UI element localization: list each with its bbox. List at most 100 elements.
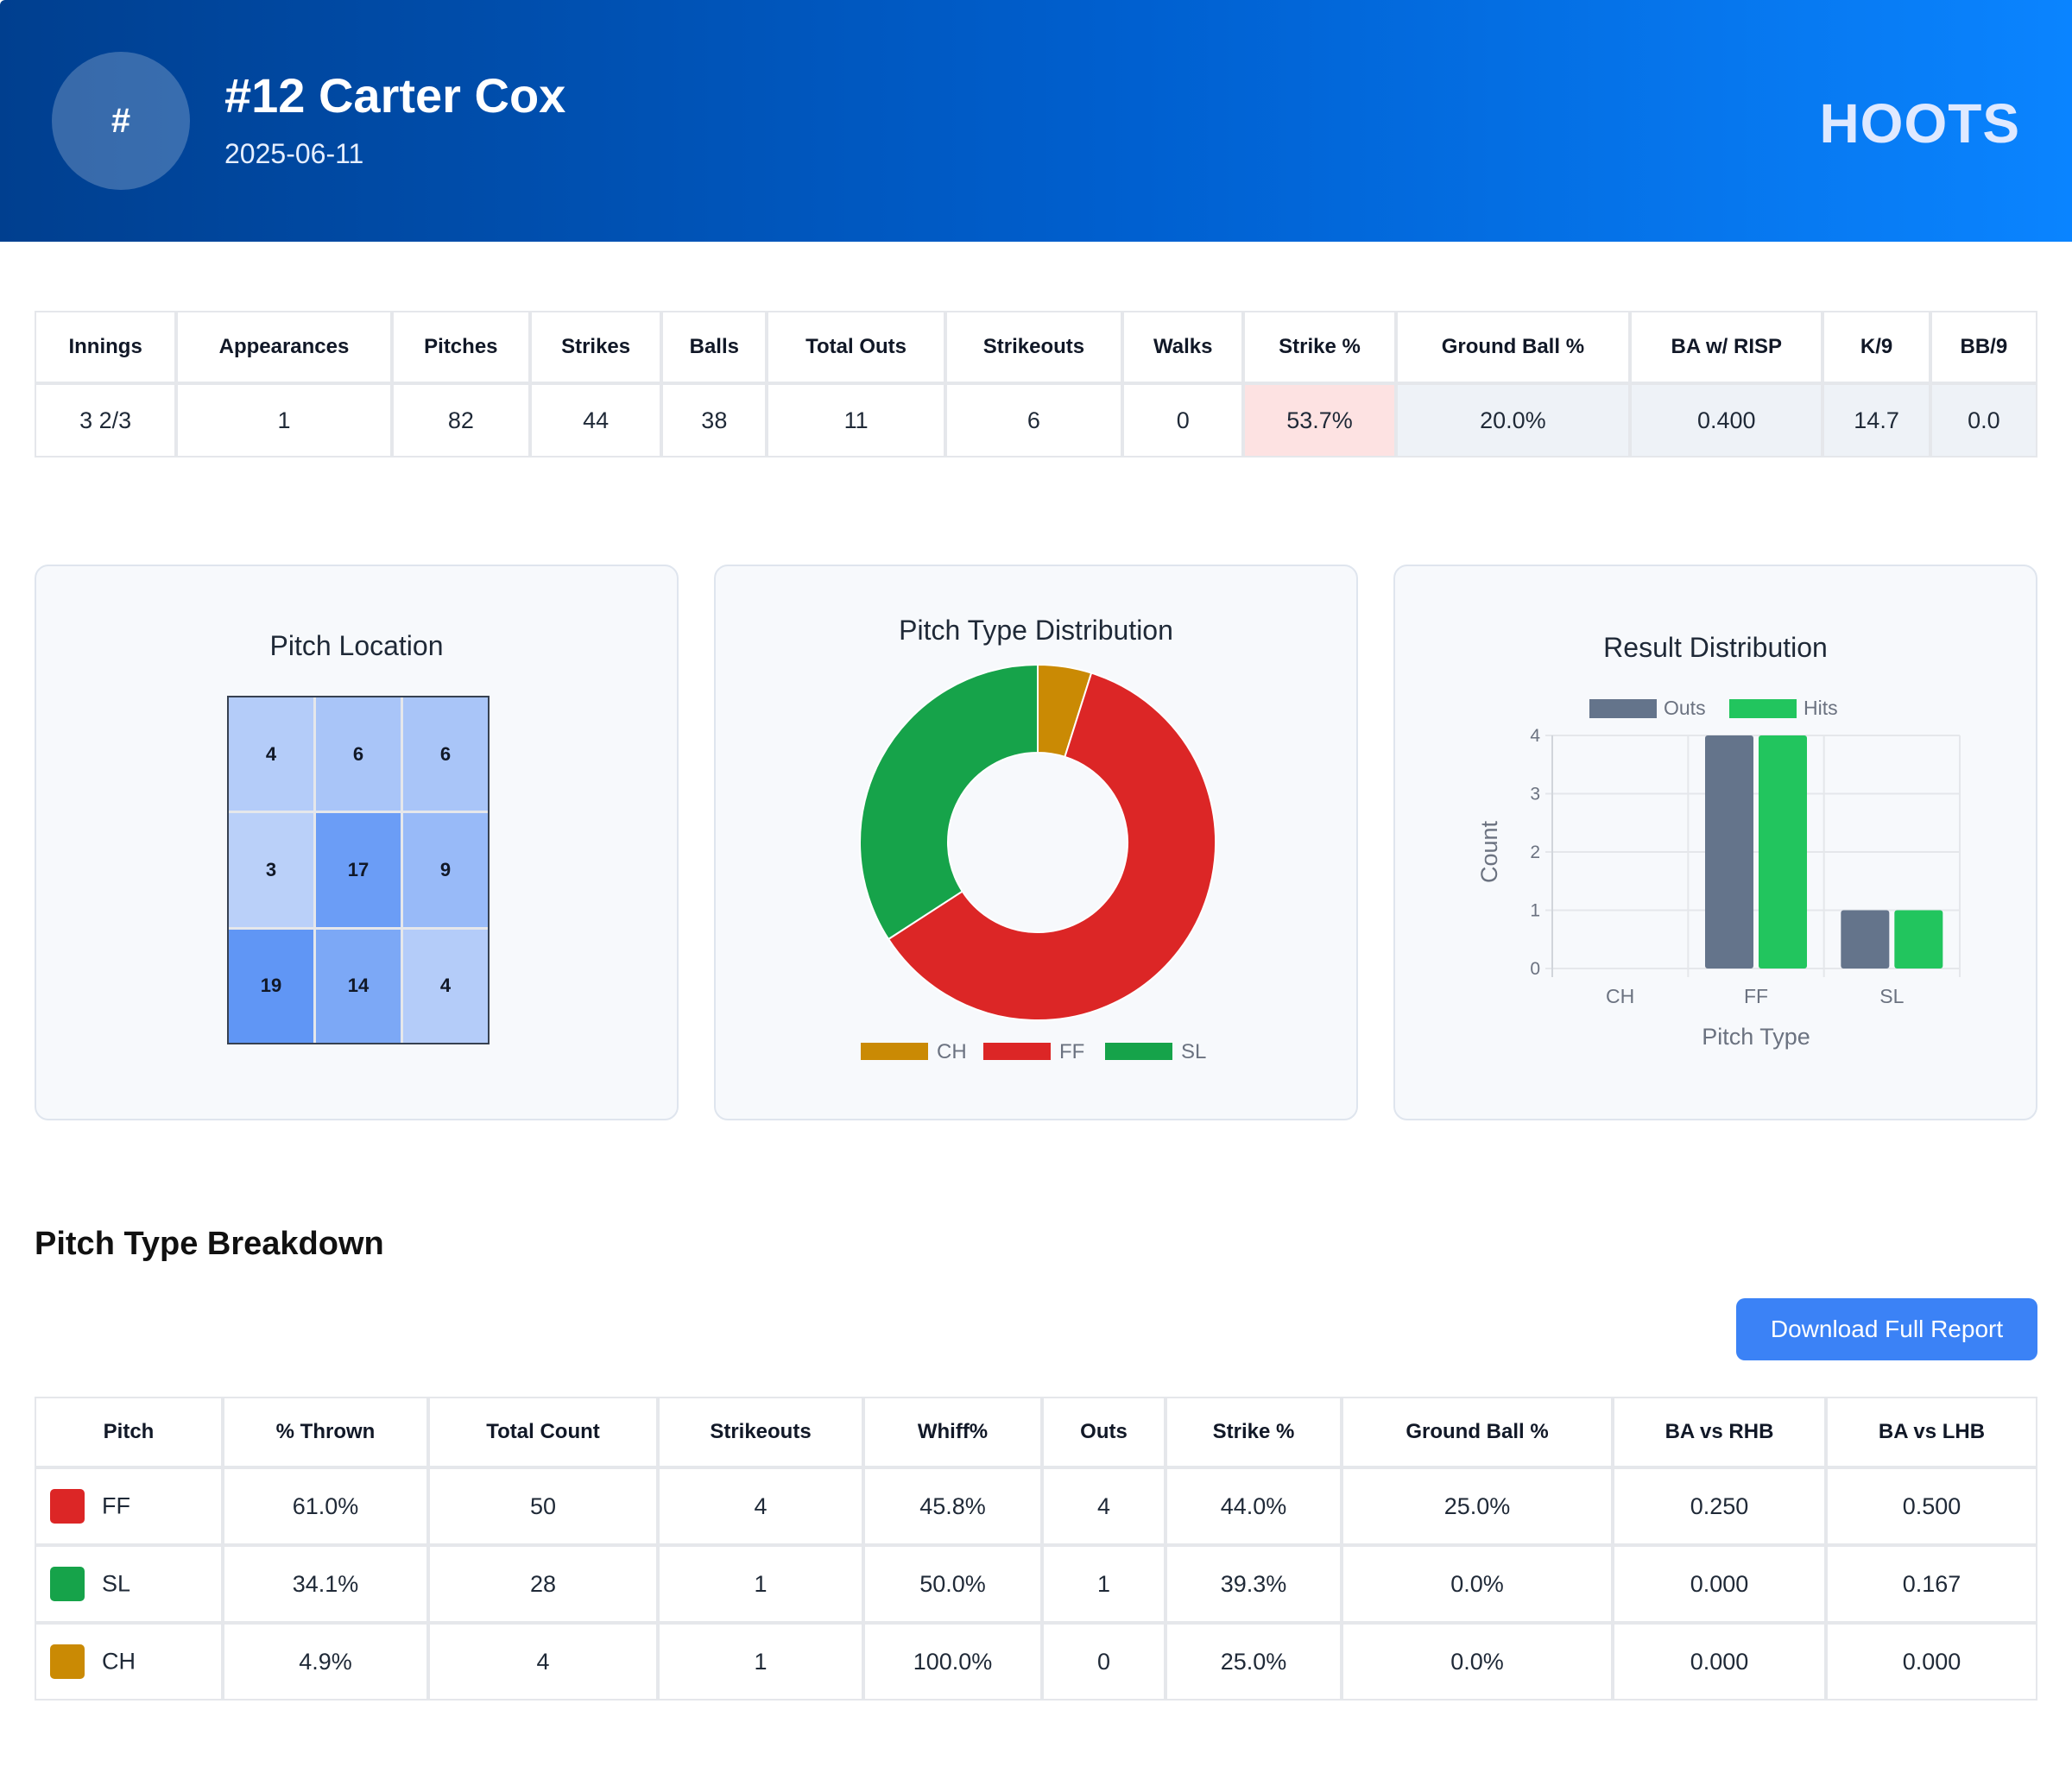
sl-color-swatch [50, 1567, 85, 1601]
summary-col-appearances: Appearances [176, 311, 392, 383]
zone-cell: 17 [316, 813, 401, 927]
breakdown-title: Pitch Type Breakdown [35, 1226, 384, 1262]
summary-ba-risp: 0.400 [1630, 383, 1823, 457]
legend-label-ch: CH [937, 1040, 967, 1063]
ground-ball-pct: 25.0% [1342, 1467, 1613, 1545]
thrown-pct: 4.9% [223, 1623, 428, 1700]
summary-values-row: 3 2/3 1 82 44 38 11 6 0 53.7% 20.0% 0.40… [35, 383, 2037, 457]
ba-vs-rhb: 0.000 [1613, 1545, 1826, 1623]
total-count: 4 [428, 1623, 658, 1700]
summary-header-row: Innings Appearances Pitches Strikes Ball… [35, 311, 2037, 383]
ch-color-swatch [50, 1644, 85, 1679]
legend-label-outs: Outs [1664, 697, 1706, 719]
breakdown-col-total-count: Total Count [428, 1397, 658, 1467]
download-report-button[interactable]: Download Full Report [1736, 1298, 2037, 1360]
summary-col-strikeouts: Strikeouts [944, 311, 1123, 383]
pitch-type-donut-chart: CH FF SL [859, 663, 1216, 1063]
outs: 1 [1042, 1545, 1166, 1623]
summary-k9: 14.7 [1822, 383, 1930, 457]
zone-cell: 6 [316, 697, 401, 811]
strikeouts: 1 [658, 1623, 863, 1700]
legend-label-ff: FF [1059, 1040, 1084, 1063]
y-axis-title: Count [1476, 820, 1502, 883]
y-tick-label: 0 [1530, 959, 1540, 979]
legend-swatch-ch [861, 1043, 928, 1060]
breakdown-col-ba-rhb: BA vs RHB [1613, 1397, 1826, 1467]
zone-cell: 9 [403, 813, 488, 927]
pitch-breakdown-table: Pitch % Thrown Total Count Strikeouts Wh… [35, 1397, 2037, 1700]
summary-appearances: 1 [176, 383, 392, 457]
legend-label-hits: Hits [1804, 697, 1838, 719]
ff-color-swatch [50, 1489, 85, 1524]
pitch-location-heatmap: 4 6 6 3 17 9 19 14 4 [227, 696, 490, 1044]
ground-ball-pct: 0.0% [1342, 1545, 1613, 1623]
summary-col-balls: Balls [661, 311, 768, 383]
zone-cell: 3 [229, 813, 313, 927]
summary-strikeouts: 6 [944, 383, 1123, 457]
breakdown-col-whiff: Whiff% [863, 1397, 1042, 1467]
breakdown-col-pitch: Pitch [35, 1397, 223, 1467]
legend-label-sl: SL [1181, 1040, 1206, 1063]
summary-col-k9: K/9 [1822, 311, 1930, 383]
x-tick-label: FF [1744, 985, 1768, 1007]
summary-col-bb9: BB/9 [1930, 311, 2037, 383]
zone-cell: 6 [403, 697, 488, 811]
legend-swatch-sl [1105, 1043, 1172, 1060]
summary-walks: 0 [1122, 383, 1244, 457]
summary-total-outs: 11 [767, 383, 945, 457]
strike-pct: 44.0% [1166, 1467, 1342, 1545]
breakdown-col-strike-pct: Strike % [1166, 1397, 1342, 1467]
legend-swatch-outs [1589, 699, 1657, 718]
zone-cell: 4 [403, 929, 488, 1043]
pitch-location-card: Pitch Location 4 6 6 3 17 9 19 14 4 [35, 565, 679, 1120]
total-count: 28 [428, 1545, 658, 1623]
player-header: # #12 Carter Cox 2025-06-11 HOOTS [0, 0, 2072, 242]
bar-hits-ff [1759, 735, 1807, 969]
strikeouts: 1 [658, 1545, 863, 1623]
summary-col-ground-ball-pct: Ground Ball % [1395, 311, 1631, 383]
pitch-type-distribution-card: Pitch Type Distribution CH FF SL [714, 565, 1358, 1120]
whiff-pct: 45.8% [863, 1467, 1042, 1545]
summary-col-walks: Walks [1122, 311, 1244, 383]
zone-cell: 4 [229, 697, 313, 811]
summary-col-total-outs: Total Outs [767, 311, 945, 383]
result-distribution-bar-chart: 0 1 2 3 4 CH FF SL Pitch Type Count Outs Hits [1476, 697, 1961, 1050]
zone-cell: 19 [229, 929, 313, 1043]
summary-ground-ball-pct: 20.0% [1395, 383, 1631, 457]
summary-col-ba-risp: BA w/ RISP [1630, 311, 1823, 383]
summary-col-innings: Innings [35, 311, 177, 383]
pitch-name: SL [102, 1570, 131, 1597]
zone-cell: 14 [316, 929, 401, 1043]
summary-stats-table: Innings Appearances Pitches Strikes Ball… [35, 311, 2037, 457]
strike-pct: 39.3% [1166, 1545, 1342, 1623]
bar-outs-sl [1841, 910, 1890, 969]
x-tick-label: SL [1879, 985, 1904, 1007]
legend-swatch-ff [983, 1043, 1051, 1060]
ba-vs-lhb: 0.000 [1826, 1623, 2037, 1700]
ba-vs-rhb: 0.250 [1613, 1467, 1826, 1545]
pitch-location-title: Pitch Location [269, 630, 444, 661]
summary-bb9: 0.0 [1930, 383, 2037, 457]
strikeouts: 4 [658, 1467, 863, 1545]
ground-ball-pct: 0.0% [1342, 1623, 1613, 1700]
pitch-cell: CH [35, 1623, 223, 1700]
summary-col-pitches: Pitches [391, 311, 530, 383]
pitch-cell: SL [35, 1545, 223, 1623]
breakdown-header-row: Pitch % Thrown Total Count Strikeouts Wh… [35, 1397, 2037, 1467]
breakdown-col-ground-ball-pct: Ground Ball % [1342, 1397, 1613, 1467]
table-row: FF 61.0% 50 4 45.8% 4 44.0% 25.0% 0.250 … [35, 1467, 2037, 1545]
ba-vs-rhb: 0.000 [1613, 1623, 1826, 1700]
outs: 4 [1042, 1467, 1166, 1545]
table-row: SL 34.1% 28 1 50.0% 1 39.3% 0.0% 0.000 0… [35, 1545, 2037, 1623]
ba-vs-lhb: 0.500 [1826, 1467, 2037, 1545]
player-avatar: # [52, 52, 190, 190]
y-tick-label: 4 [1530, 726, 1540, 746]
summary-balls: 38 [661, 383, 768, 457]
breakdown-col-ba-lhb: BA vs LHB [1826, 1397, 2037, 1467]
donut-slice-sl [859, 663, 1039, 941]
bar-outs-ff [1705, 735, 1753, 969]
player-name: #12 Carter Cox [224, 68, 566, 123]
summary-col-strikes: Strikes [529, 311, 662, 383]
bar-hits-sl [1894, 910, 1943, 969]
summary-innings: 3 2/3 [35, 383, 177, 457]
